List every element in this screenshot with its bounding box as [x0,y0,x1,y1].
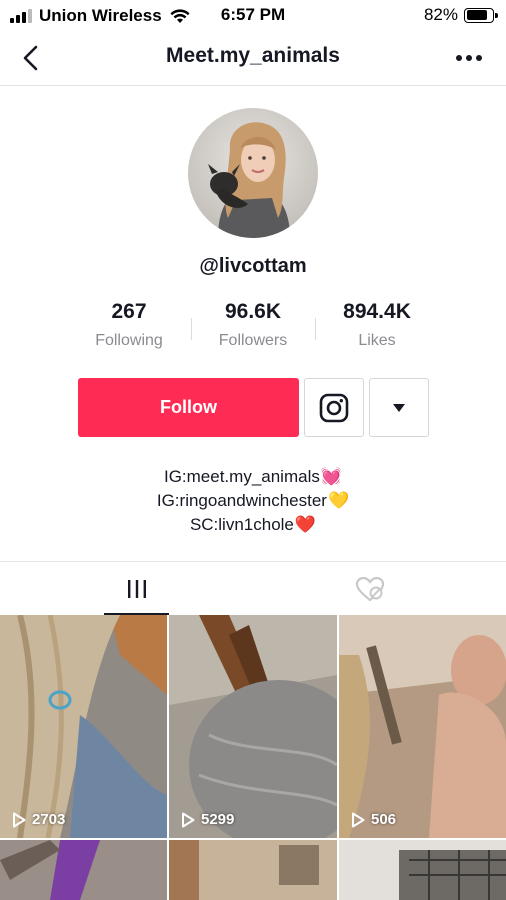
instagram-icon [319,393,349,422]
stat-value: 267 [111,300,147,323]
profile-bio: IG:meet.my_animals 💓 IG:ringoandwinchest… [0,465,506,537]
video-tile[interactable]: 5299 [169,615,337,838]
more-options-button[interactable] [452,45,486,71]
video-thumbnail [169,840,337,900]
video-tile[interactable] [0,840,167,900]
suggested-accounts-button[interactable] [369,378,429,437]
bio-text: IG:meet.my_animals [163,467,320,486]
view-count-text: 2703 [32,811,66,828]
stat-divider [191,318,192,340]
bio-line: IG:meet.my_animals 💓 [0,465,506,489]
yellow-heart-icon: 💛 [327,491,350,510]
bio-line: IG:ringoandwinchester 💛 [0,489,506,513]
pink-heart-icon: 💓 [320,467,343,486]
view-count-text: 5299 [201,811,235,828]
video-tile[interactable]: 2703 [0,615,167,838]
view-count: 5299 [181,811,234,828]
bio-text: SC:livn1chole [189,515,294,534]
nav-bar: Meet.my_animals [0,30,506,86]
profile-tabs [0,561,506,615]
play-icon [13,812,26,827]
battery-icon [464,7,498,23]
play-icon [182,812,195,827]
video-grid: 2703 5299 506 [0,615,506,900]
video-thumbnail [169,615,337,838]
stat-label: Followers [218,332,288,349]
stat-likes[interactable]: 894.4K Likes [317,300,437,350]
stat-following[interactable]: 267 Following [69,300,189,350]
username: @livcottam [199,255,307,277]
avatar[interactable] [188,108,318,238]
liked-heart-icon [355,576,384,602]
video-thumbnail [0,615,167,838]
status-bar: Union Wireless 6:57 PM 82% [0,0,506,30]
video-grid-icon [127,580,146,598]
caret-down-icon [393,403,405,412]
follow-button[interactable]: Follow [78,378,299,437]
video-thumbnail [0,840,167,900]
video-tile[interactable] [169,840,337,900]
profile-stats: 267 Following 96.6K Followers 894.4K Lik… [0,300,506,360]
stat-label: Likes [358,332,396,349]
instagram-button[interactable] [304,378,364,437]
stat-label: Following [95,332,163,349]
play-icon [352,812,365,827]
bio-text: IG:ringoandwinchester [156,491,327,510]
view-count-text: 506 [371,811,397,828]
status-right: 82% [423,5,498,25]
video-tile[interactable] [339,840,506,900]
view-count: 2703 [12,811,65,828]
tab-liked[interactable] [243,562,496,616]
video-thumbnail [339,840,506,900]
page-title: Meet.my_animals [166,44,340,67]
battery-percent: 82% [423,5,458,24]
stat-value: 894.4K [343,300,411,323]
stat-value: 96.6K [224,300,282,323]
video-thumbnail [339,615,506,838]
bio-line: SC:livn1chole ❤️ [0,513,506,537]
more-horizontal-icon [456,55,462,61]
stat-followers[interactable]: 96.6K Followers [193,300,313,350]
stat-divider [315,318,316,340]
tab-videos[interactable] [10,562,263,616]
avatar-photo [188,108,318,238]
view-count: 506 [351,811,396,828]
red-heart-icon: ❤️ [294,515,317,534]
video-tile[interactable]: 506 [339,615,506,838]
